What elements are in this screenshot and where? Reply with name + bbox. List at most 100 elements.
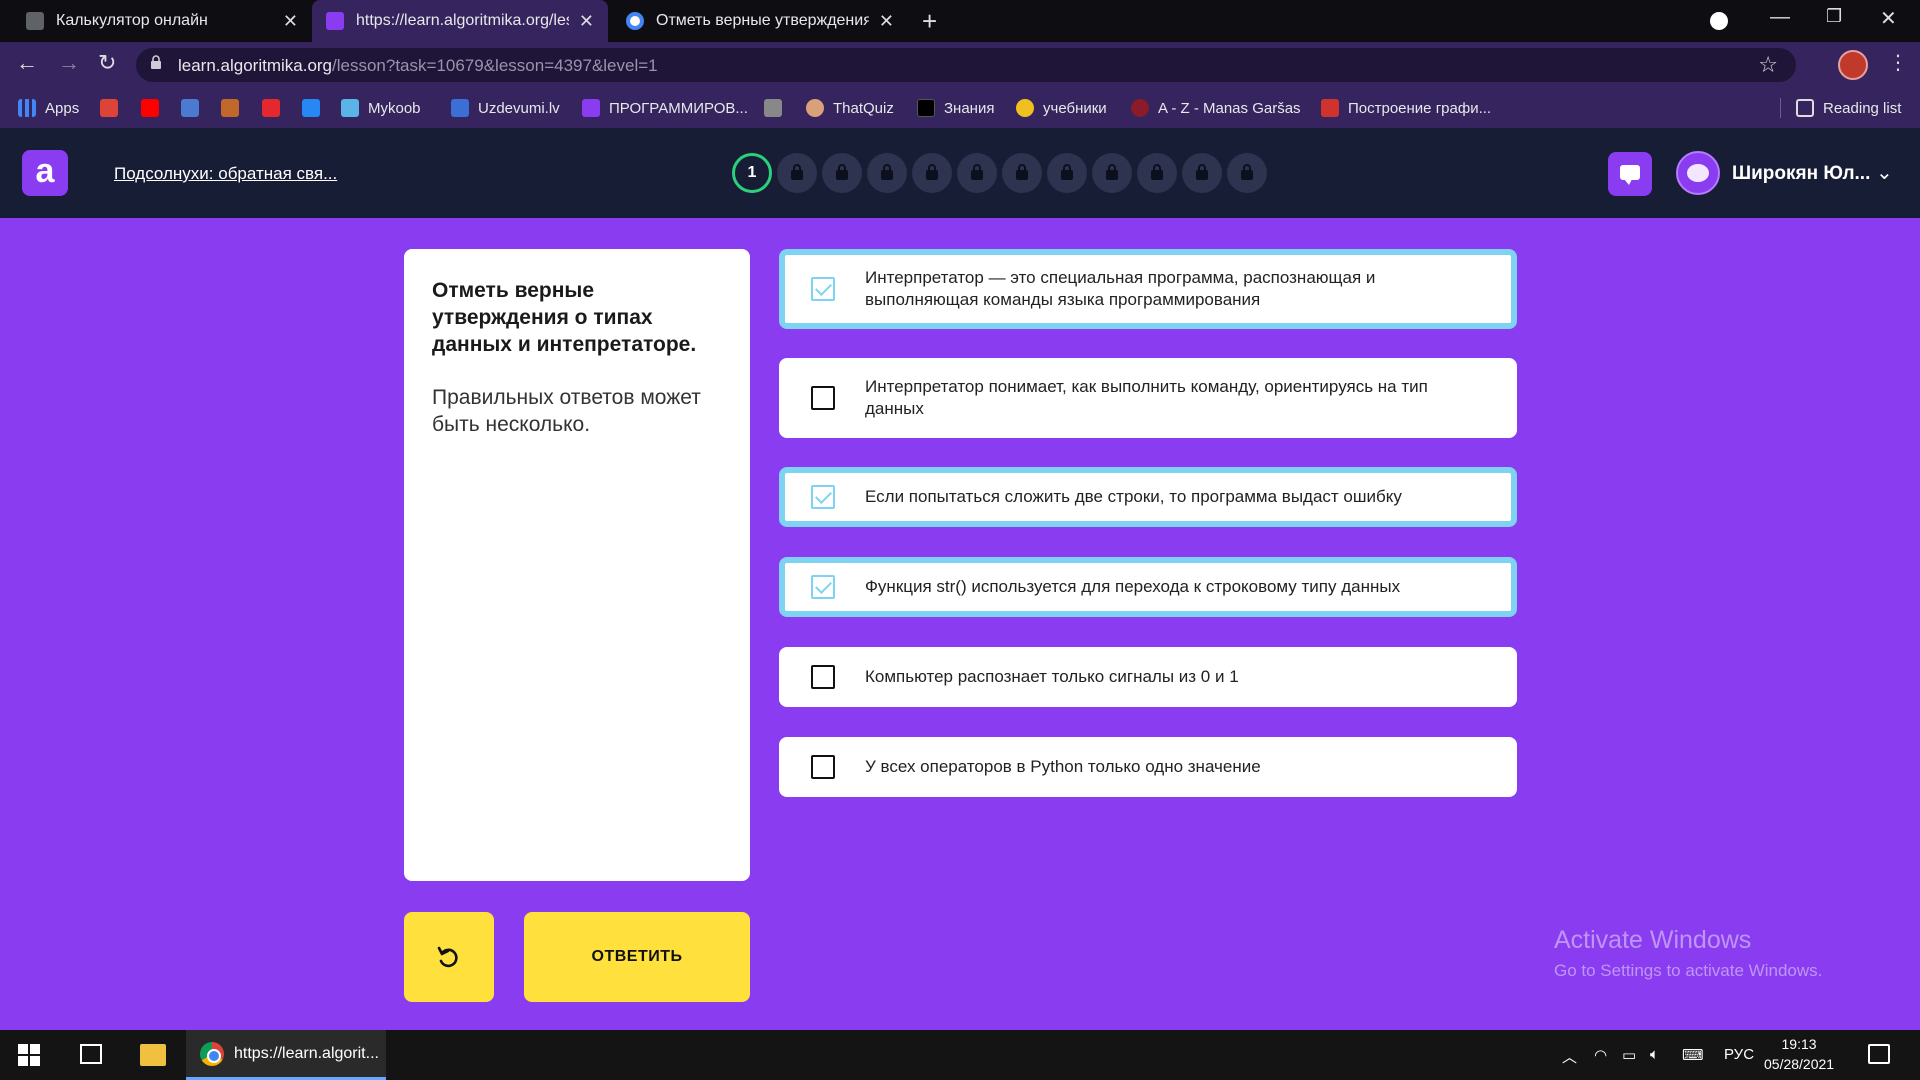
- bookmark-gmail[interactable]: [100, 88, 127, 128]
- algoritmika-logo[interactable]: a: [22, 150, 68, 196]
- answer-option-text: Интерпретатор — это специальная программ…: [865, 268, 1376, 309]
- bookmarks-bar: Apps Mykoob Uzdevumi.lv ПРОГРАММИРОВ... …: [0, 88, 1920, 128]
- chat-button[interactable]: [1608, 152, 1652, 196]
- google-favicon-icon: [626, 12, 644, 30]
- tray-chevron-up-icon[interactable]: ︿: [1562, 1046, 1577, 1067]
- algoritmika-icon: [582, 99, 600, 117]
- activation-watermark-subtitle: Go to Settings to activate Windows.: [1554, 961, 1823, 980]
- calculator-favicon-icon: [26, 12, 44, 30]
- restore-icon[interactable]: ❐: [1826, 6, 1842, 27]
- lock-icon: [1061, 164, 1073, 180]
- chat-bubble-icon: [1620, 165, 1640, 185]
- task-step-locked[interactable]: [1092, 153, 1132, 193]
- reset-button[interactable]: [404, 912, 494, 1002]
- task-step-locked[interactable]: [957, 153, 997, 193]
- lesson-title-link[interactable]: Подсолнухи: обратная свя...: [114, 164, 337, 184]
- chevron-down-icon[interactable]: ⌄: [1876, 160, 1893, 185]
- taskbar-chrome-window[interactable]: https://learn.algorit...: [186, 1030, 386, 1080]
- bookmark-vk[interactable]: [302, 88, 329, 128]
- username[interactable]: Широкян Юл...: [1732, 163, 1870, 185]
- answer-option[interactable]: Интерпретатор понимает, как выполнить ко…: [779, 358, 1517, 438]
- answer-button[interactable]: ОТВЕТИТЬ: [524, 912, 750, 1002]
- reading-list-button[interactable]: Reading list: [1796, 88, 1901, 128]
- notifications-icon[interactable]: [1868, 1044, 1890, 1064]
- task-step-locked[interactable]: [777, 153, 817, 193]
- checkbox-checked[interactable]: [811, 485, 835, 509]
- gmail-icon: [100, 99, 118, 117]
- volume-icon[interactable]: 🔈︎: [1650, 1046, 1659, 1063]
- task-step-locked[interactable]: [1002, 153, 1042, 193]
- close-tab-icon[interactable]: ✕: [879, 11, 894, 32]
- bookmark-mykoob[interactable]: Mykoob: [341, 88, 421, 128]
- keyboard-icon[interactable]: ⌨: [1682, 1046, 1704, 1064]
- task-step-locked[interactable]: [822, 153, 862, 193]
- apps-grid-icon: [18, 99, 36, 117]
- task-view-icon[interactable]: [80, 1044, 102, 1064]
- checkbox-checked[interactable]: [811, 277, 835, 301]
- windows-start-icon[interactable]: [18, 1044, 40, 1066]
- answer-option[interactable]: Функция str() используется для перехода …: [779, 557, 1517, 617]
- browser-profile-avatar[interactable]: [1838, 50, 1868, 80]
- task-step-locked[interactable]: [1182, 153, 1222, 193]
- tab-google-search[interactable]: Отметь верные утверждения о ✕: [612, 0, 908, 42]
- bookmark-apps[interactable]: Apps: [18, 88, 79, 128]
- bookmark-graph-builder[interactable]: Построение графи...: [1321, 88, 1491, 128]
- close-window-icon[interactable]: ✕: [1880, 6, 1897, 31]
- close-tab-icon[interactable]: ✕: [579, 11, 594, 32]
- address-bar[interactable]: learn.algoritmika.org/lesson?task=10679&…: [136, 48, 1796, 82]
- lock-icon: [1196, 164, 1208, 180]
- input-language[interactable]: РУС: [1724, 1046, 1754, 1063]
- checkbox-checked[interactable]: [811, 575, 835, 599]
- back-icon[interactable]: ←: [16, 50, 38, 76]
- bookmark-uzdevumi[interactable]: Uzdevumi.lv: [451, 88, 560, 128]
- bookmark-manas-garsas[interactable]: A - Z - Manas Garšas: [1131, 88, 1301, 128]
- answer-option[interactable]: У всех операторов в Python только одно з…: [779, 737, 1517, 797]
- bookmark-calculator[interactable]: [764, 88, 791, 128]
- taskbar-clock[interactable]: 19:13 05/28/2021: [1764, 1034, 1834, 1074]
- thatquiz-icon: [806, 99, 824, 117]
- algoritmika-favicon-icon: [326, 12, 344, 30]
- wifi-icon[interactable]: ◠: [1594, 1046, 1607, 1064]
- tab-algoritmika[interactable]: https://learn.algoritmika.org/less ✕: [312, 0, 608, 42]
- minimize-icon[interactable]: —: [1770, 6, 1790, 29]
- reload-icon[interactable]: ↻: [98, 50, 116, 76]
- translate-icon: [181, 99, 199, 117]
- browser-menu-icon[interactable]: ⋮: [1888, 50, 1908, 75]
- checkbox[interactable]: [811, 386, 835, 410]
- tab-calculator[interactable]: Калькулятор онлайн ✕: [12, 0, 312, 42]
- close-tab-icon[interactable]: ✕: [283, 11, 298, 32]
- answer-option-text: У всех операторов в Python только одно з…: [865, 757, 1261, 776]
- forward-icon[interactable]: →: [58, 50, 80, 76]
- bookmark-red-site[interactable]: [262, 88, 289, 128]
- task-step-locked[interactable]: [1047, 153, 1087, 193]
- answer-option[interactable]: Интерпретатор — это специальная программ…: [779, 249, 1517, 329]
- answer-option-text: Интерпретатор понимает, как выполнить ко…: [865, 377, 1428, 418]
- textbooks-icon: [1016, 99, 1034, 117]
- task-step-locked[interactable]: [1227, 153, 1267, 193]
- new-tab-icon[interactable]: +: [922, 6, 937, 37]
- answer-option[interactable]: Если попытаться сложить две строки, то п…: [779, 467, 1517, 527]
- bookmark-thatquiz[interactable]: ThatQuiz: [806, 88, 894, 128]
- tab-search-icon[interactable]: [1710, 12, 1728, 30]
- bookmark-programming[interactable]: ПРОГРАММИРОВ...: [582, 88, 748, 128]
- answer-option[interactable]: Компьютер распознает только сигналы из 0…: [779, 647, 1517, 707]
- checkbox[interactable]: [811, 755, 835, 779]
- bookmark-minecraft[interactable]: [221, 88, 248, 128]
- bookmark-youtube[interactable]: [141, 88, 168, 128]
- task-step-locked[interactable]: [1137, 153, 1177, 193]
- task-step-locked[interactable]: [867, 153, 907, 193]
- lock-icon: [1241, 164, 1253, 180]
- bookmarks-separator: [1780, 98, 1781, 118]
- bookmark-star-icon[interactable]: ☆: [1758, 52, 1778, 78]
- file-explorer-icon[interactable]: [140, 1044, 166, 1066]
- checkbox[interactable]: [811, 665, 835, 689]
- bookmark-znaniya[interactable]: Знания: [917, 88, 994, 128]
- user-avatar[interactable]: [1676, 151, 1720, 195]
- bookmark-translate[interactable]: [181, 88, 208, 128]
- battery-icon[interactable]: ▭: [1622, 1046, 1636, 1064]
- bookmark-textbooks[interactable]: учебники: [1016, 88, 1107, 128]
- task-step-locked[interactable]: [912, 153, 952, 193]
- lock-icon: [1016, 164, 1028, 180]
- video-site-icon: [262, 99, 280, 117]
- task-step-current[interactable]: 1: [732, 153, 772, 193]
